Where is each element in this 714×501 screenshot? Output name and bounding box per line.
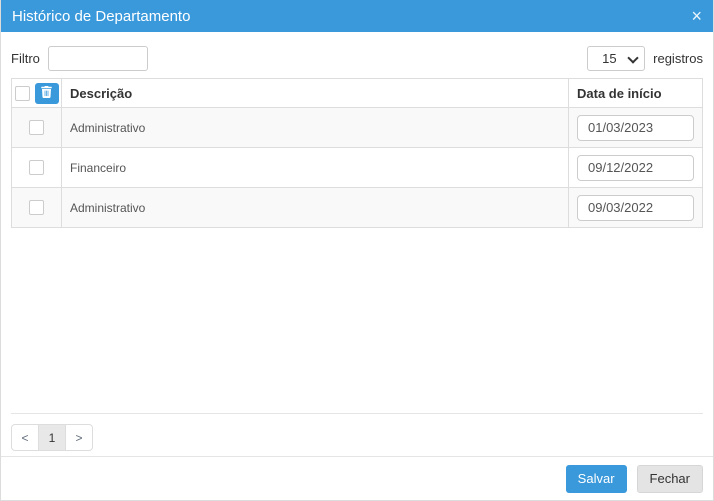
filter-label: Filtro: [11, 51, 40, 66]
row-start-date-cell: [568, 147, 703, 188]
page-size-select-wrap: 15: [587, 46, 646, 71]
row-select-cell: [11, 107, 62, 148]
start-date-input[interactable]: [577, 194, 694, 221]
table-row: Administrativo: [11, 187, 703, 228]
department-history-dialog: Histórico de Departamento × Filtro 15 re…: [0, 0, 714, 501]
page-size-group: 15 registros: [587, 46, 703, 71]
table-header-row: Descrição Data de início: [11, 78, 703, 108]
dialog-header: Histórico de Departamento ×: [1, 0, 713, 32]
row-checkbox[interactable]: [29, 120, 44, 136]
start-date-input[interactable]: [577, 114, 694, 141]
row-description: Administrativo: [61, 107, 569, 148]
row-checkbox[interactable]: [29, 200, 44, 216]
page-size-select[interactable]: 15: [587, 46, 646, 71]
table-row: Administrativo: [11, 107, 703, 148]
row-description: Administrativo: [61, 187, 569, 228]
row-start-date-cell: [568, 107, 703, 148]
toolbar: Filtro 15 registros: [11, 46, 703, 71]
row-start-date-cell: [568, 187, 703, 228]
table-row: Financeiro: [11, 147, 703, 188]
select-all-checkbox[interactable]: [14, 85, 30, 101]
department-history-table: Descrição Data de início Administrativo: [11, 78, 703, 228]
save-button[interactable]: Salvar: [565, 464, 627, 493]
pagination-divider: [11, 413, 703, 414]
dialog-body: Filtro 15 registros Descrição Data de in…: [1, 32, 713, 456]
dialog-footer: Salvar Fechar: [1, 456, 713, 500]
column-header-start-date[interactable]: Data de início: [568, 78, 703, 108]
row-checkbox[interactable]: [29, 160, 44, 176]
pagination: < 1 >: [11, 424, 703, 451]
filter-input[interactable]: [47, 46, 148, 71]
trash-icon: [41, 85, 52, 101]
dialog-title: Histórico de Departamento: [12, 7, 191, 25]
delete-selected-button[interactable]: [34, 82, 59, 104]
start-date-input[interactable]: [577, 154, 694, 181]
column-header-description[interactable]: Descrição: [61, 78, 569, 108]
filter-group: Filtro: [11, 46, 148, 71]
row-select-cell: [11, 187, 62, 228]
close-button[interactable]: Fechar: [636, 464, 703, 493]
row-select-cell: [11, 147, 62, 188]
header-select-cell: [11, 78, 62, 108]
empty-space: [11, 228, 703, 413]
close-icon[interactable]: ×: [691, 7, 702, 25]
pagination-prev-button[interactable]: <: [11, 424, 39, 451]
page-size-suffix-label: registros: [653, 51, 703, 66]
pagination-page-1-button[interactable]: 1: [38, 424, 66, 451]
row-description: Financeiro: [61, 147, 569, 188]
pagination-next-button[interactable]: >: [65, 424, 93, 451]
